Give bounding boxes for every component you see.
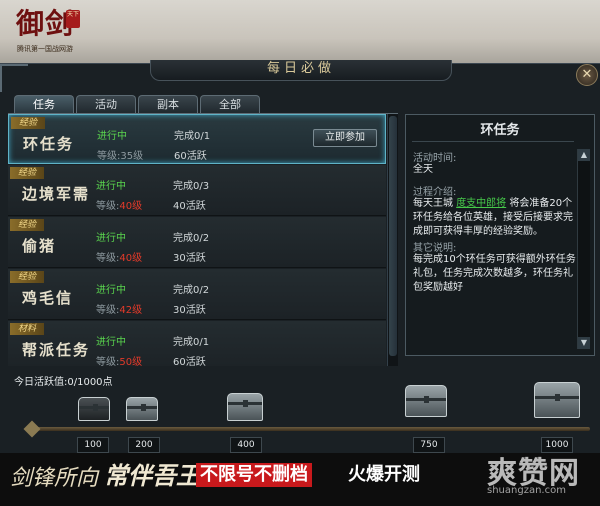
quest-level-value: 35级	[120, 151, 144, 162]
quest-status: 进行中	[96, 181, 126, 192]
detail-divider	[412, 141, 574, 142]
quest-points: 30活跃	[173, 305, 206, 316]
quest-tag: 经验	[11, 117, 45, 129]
tab-dungeon[interactable]: 副本	[138, 95, 198, 114]
quest-level: 等级:40级	[96, 253, 143, 264]
npc-link[interactable]: 度支中郎将	[456, 198, 506, 209]
quest-tag: 经验	[10, 271, 44, 283]
detail-time-label: 活动时间:	[413, 153, 457, 164]
quest-status: 进行中	[96, 285, 126, 296]
chest-icon[interactable]	[78, 397, 110, 421]
quest-status: 进行中	[96, 337, 126, 348]
detail-time-value: 全天	[413, 164, 433, 175]
quest-tag: 经验	[10, 167, 44, 179]
quest-level: 等级:35级	[97, 151, 144, 162]
banner-red-label: 不限号不删档	[196, 463, 312, 487]
quest-level: 等级:40级	[96, 201, 143, 212]
quest-list: 经验 环任务 进行中 等级:35级 完成0/1 60活跃 立即参加 经验 边境军…	[8, 114, 386, 366]
quest-progress: 完成0/1	[174, 131, 211, 142]
quest-progress: 完成0/3	[173, 181, 210, 192]
tab-all[interactable]: 全部	[200, 95, 260, 114]
quest-progress: 完成0/2	[173, 233, 210, 244]
scrollbar-thumb[interactable]	[389, 116, 397, 356]
logo-seal: 天下	[66, 10, 80, 28]
quest-level-value: 50级	[119, 357, 143, 366]
chest-icon[interactable]	[405, 385, 447, 417]
banner-white-label: 火爆开测	[348, 464, 420, 485]
scroll-down-icon[interactable]: ▼	[578, 337, 590, 349]
milestone-value: 100	[77, 437, 109, 453]
activity-progress-track	[34, 427, 590, 431]
chest-icon[interactable]	[227, 393, 263, 421]
banner-slogan-1: 剑锋所向	[10, 466, 99, 491]
quest-list-scrollbar[interactable]	[387, 114, 398, 366]
quest-row[interactable]: 材料 帮派任务 进行中 等级:50级 完成0/1 60活跃	[8, 321, 386, 366]
quest-status: 进行中	[97, 131, 127, 142]
quest-name: 鸡毛信	[22, 289, 74, 307]
quest-progress: 完成0/2	[173, 285, 210, 296]
window-titlebar: 每日必做	[150, 60, 452, 81]
quest-points: 30活跃	[173, 253, 206, 264]
quest-level: 等级:42级	[96, 305, 143, 316]
quest-name: 帮派任务	[22, 341, 91, 359]
quest-level: 等级:50级	[96, 357, 143, 366]
milestone-value: 750	[413, 437, 445, 453]
quest-tag: 材料	[10, 323, 44, 335]
quest-detail-panel: 环任务 活动时间: 全天 过程介绍: 每天王城 度支中郎将 将会准备20个环任务…	[405, 114, 595, 356]
chest-icon[interactable]	[126, 397, 158, 421]
quest-level-value: 42级	[119, 305, 143, 316]
quest-progress: 完成0/1	[173, 337, 210, 348]
activity-label: 今日活跃值:0/1000点	[14, 377, 113, 388]
panel-corner-ornament	[0, 64, 28, 92]
chest-icon[interactable]	[534, 382, 580, 418]
quest-tag: 经验	[10, 219, 44, 231]
detail-intro-label: 过程介绍:	[413, 187, 457, 198]
tab-activity[interactable]: 活动	[76, 95, 136, 114]
quest-row[interactable]: 经验 鸡毛信 进行中 等级:42级 完成0/2 30活跃	[8, 269, 386, 320]
scroll-up-icon[interactable]: ▲	[578, 149, 590, 161]
quest-row[interactable]: 经验 偷猪 进行中 等级:40级 完成0/2 30活跃	[8, 217, 386, 268]
milestone-value: 200	[128, 437, 160, 453]
window-title: 每日必做	[266, 61, 335, 76]
detail-title: 环任务	[480, 123, 520, 138]
quest-points: 40活跃	[173, 201, 206, 212]
quest-points: 60活跃	[173, 357, 206, 366]
milestone-value: 400	[230, 437, 262, 453]
tab-task[interactable]: 任务	[14, 95, 74, 114]
quest-level-value: 40级	[119, 253, 143, 264]
top-background	[0, 0, 600, 64]
quest-name: 偷猪	[22, 237, 57, 255]
detail-other-text: 每完成10个环任务可获得额外环任务礼包，任务完成次数越多，环任务礼包奖励越好	[413, 254, 576, 293]
watermark-url: shuangzan.com	[487, 485, 566, 496]
join-button[interactable]: 立即参加	[313, 129, 377, 147]
quest-row[interactable]: 经验 环任务 进行中 等级:35级 完成0/1 60活跃 立即参加	[8, 114, 386, 164]
logo-tagline: 腾讯第一国战网游	[17, 45, 73, 53]
close-icon[interactable]: ✕	[576, 64, 598, 86]
detail-intro-text: 每天王城 度支中郎将 将会准备20个环任务给各位英雄，接受后接要求完成即可获得丰…	[413, 198, 573, 237]
quest-name: 环任务	[23, 135, 75, 153]
banner-slogan-2: 常伴吾王	[104, 461, 200, 490]
quest-level-value: 40级	[119, 201, 143, 212]
quest-name: 边境军需	[22, 185, 91, 203]
game-logo: 御剑 天下 腾讯第一国战网游	[6, 4, 84, 62]
detail-other-label: 其它说明:	[413, 243, 457, 254]
quest-points: 60活跃	[174, 151, 207, 162]
detail-scrollbar[interactable]: ▲ ▼	[577, 149, 590, 349]
quest-row[interactable]: 经验 边境军需 进行中 等级:40级 完成0/3 40活跃	[8, 165, 386, 216]
quest-status: 进行中	[96, 233, 126, 244]
